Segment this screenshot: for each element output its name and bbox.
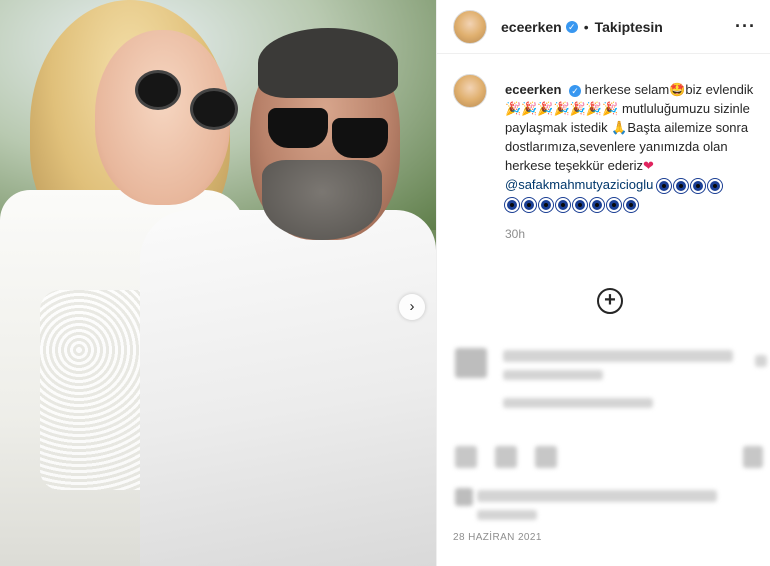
post-caption: eceerken ✓ herkese selam🤩biz evlendik 🎉🎉… — [437, 54, 770, 213]
evil-eye-emoji-row-icon — [505, 196, 641, 212]
blurred-likes-avatar — [455, 488, 473, 506]
comment-icon[interactable] — [495, 446, 517, 468]
evil-eye-emoji-icon — [656, 177, 725, 193]
caption-part-1: herkese selam — [584, 82, 670, 97]
chevron-right-icon: › — [409, 298, 415, 315]
next-image-button[interactable]: › — [399, 294, 425, 320]
blurred-comment-meta — [503, 398, 653, 408]
blurred-comment-line-1 — [503, 350, 733, 362]
blurred-likes-line-2 — [477, 510, 537, 520]
caption-avatar[interactable] — [453, 74, 487, 108]
blurred-comment-avatar — [455, 348, 487, 378]
party-popper-emoji-icon: 🎉🎉🎉🎉🎉🎉🎉 — [505, 101, 619, 116]
photo-groom-shirt — [140, 210, 436, 566]
like-icon[interactable] — [455, 446, 477, 468]
praying-hands-emoji-icon: 🙏 — [611, 120, 628, 135]
photo-sunglasses-left — [135, 70, 181, 110]
post-photo[interactable]: › — [0, 0, 436, 566]
caption-verified-badge-icon: ✓ — [569, 84, 582, 97]
red-heart-emoji-icon: ❤ — [643, 158, 654, 173]
photo-groom-sunglasses-right — [332, 118, 388, 158]
caption-time: 30h — [505, 227, 526, 241]
post-header: eceerken ✓ • Takiptesin ··· — [437, 0, 770, 54]
more-options-icon[interactable]: ··· — [735, 16, 756, 37]
avatar[interactable] — [453, 9, 487, 44]
photo-groom-sunglasses-left — [268, 108, 328, 148]
header-separator: • — [583, 18, 589, 35]
share-icon[interactable] — [535, 446, 557, 468]
star-struck-emoji-icon: 🤩 — [669, 82, 686, 97]
photo-sunglasses-right — [190, 88, 238, 130]
post-date: 28 HAZİRAN 2021 — [453, 532, 542, 543]
post-details-panel: eceerken ✓ • Takiptesin ··· eceerken ✓ h… — [436, 0, 770, 566]
load-more-comments-button[interactable]: + — [597, 288, 623, 314]
caption-text: eceerken ✓ herkese selam🤩biz evlendik 🎉🎉… — [505, 80, 755, 213]
blurred-comment-like-icon — [755, 355, 767, 367]
save-icon[interactable] — [743, 446, 763, 468]
caption-part-2: biz evlendik — [685, 82, 754, 97]
header-username[interactable]: eceerken — [501, 19, 562, 35]
photo-groom-hair — [258, 28, 398, 98]
caption-username[interactable]: eceerken — [505, 82, 561, 97]
follow-status-button[interactable]: Takiptesin — [595, 19, 663, 35]
verified-badge-icon: ✓ — [565, 20, 578, 33]
photo-groom-beard — [262, 160, 382, 240]
caption-mention-link[interactable]: @safakmahmutyazicioglu — [505, 177, 653, 192]
blurred-comment-line-2 — [503, 370, 603, 380]
blurred-likes-line-1 — [477, 490, 717, 502]
